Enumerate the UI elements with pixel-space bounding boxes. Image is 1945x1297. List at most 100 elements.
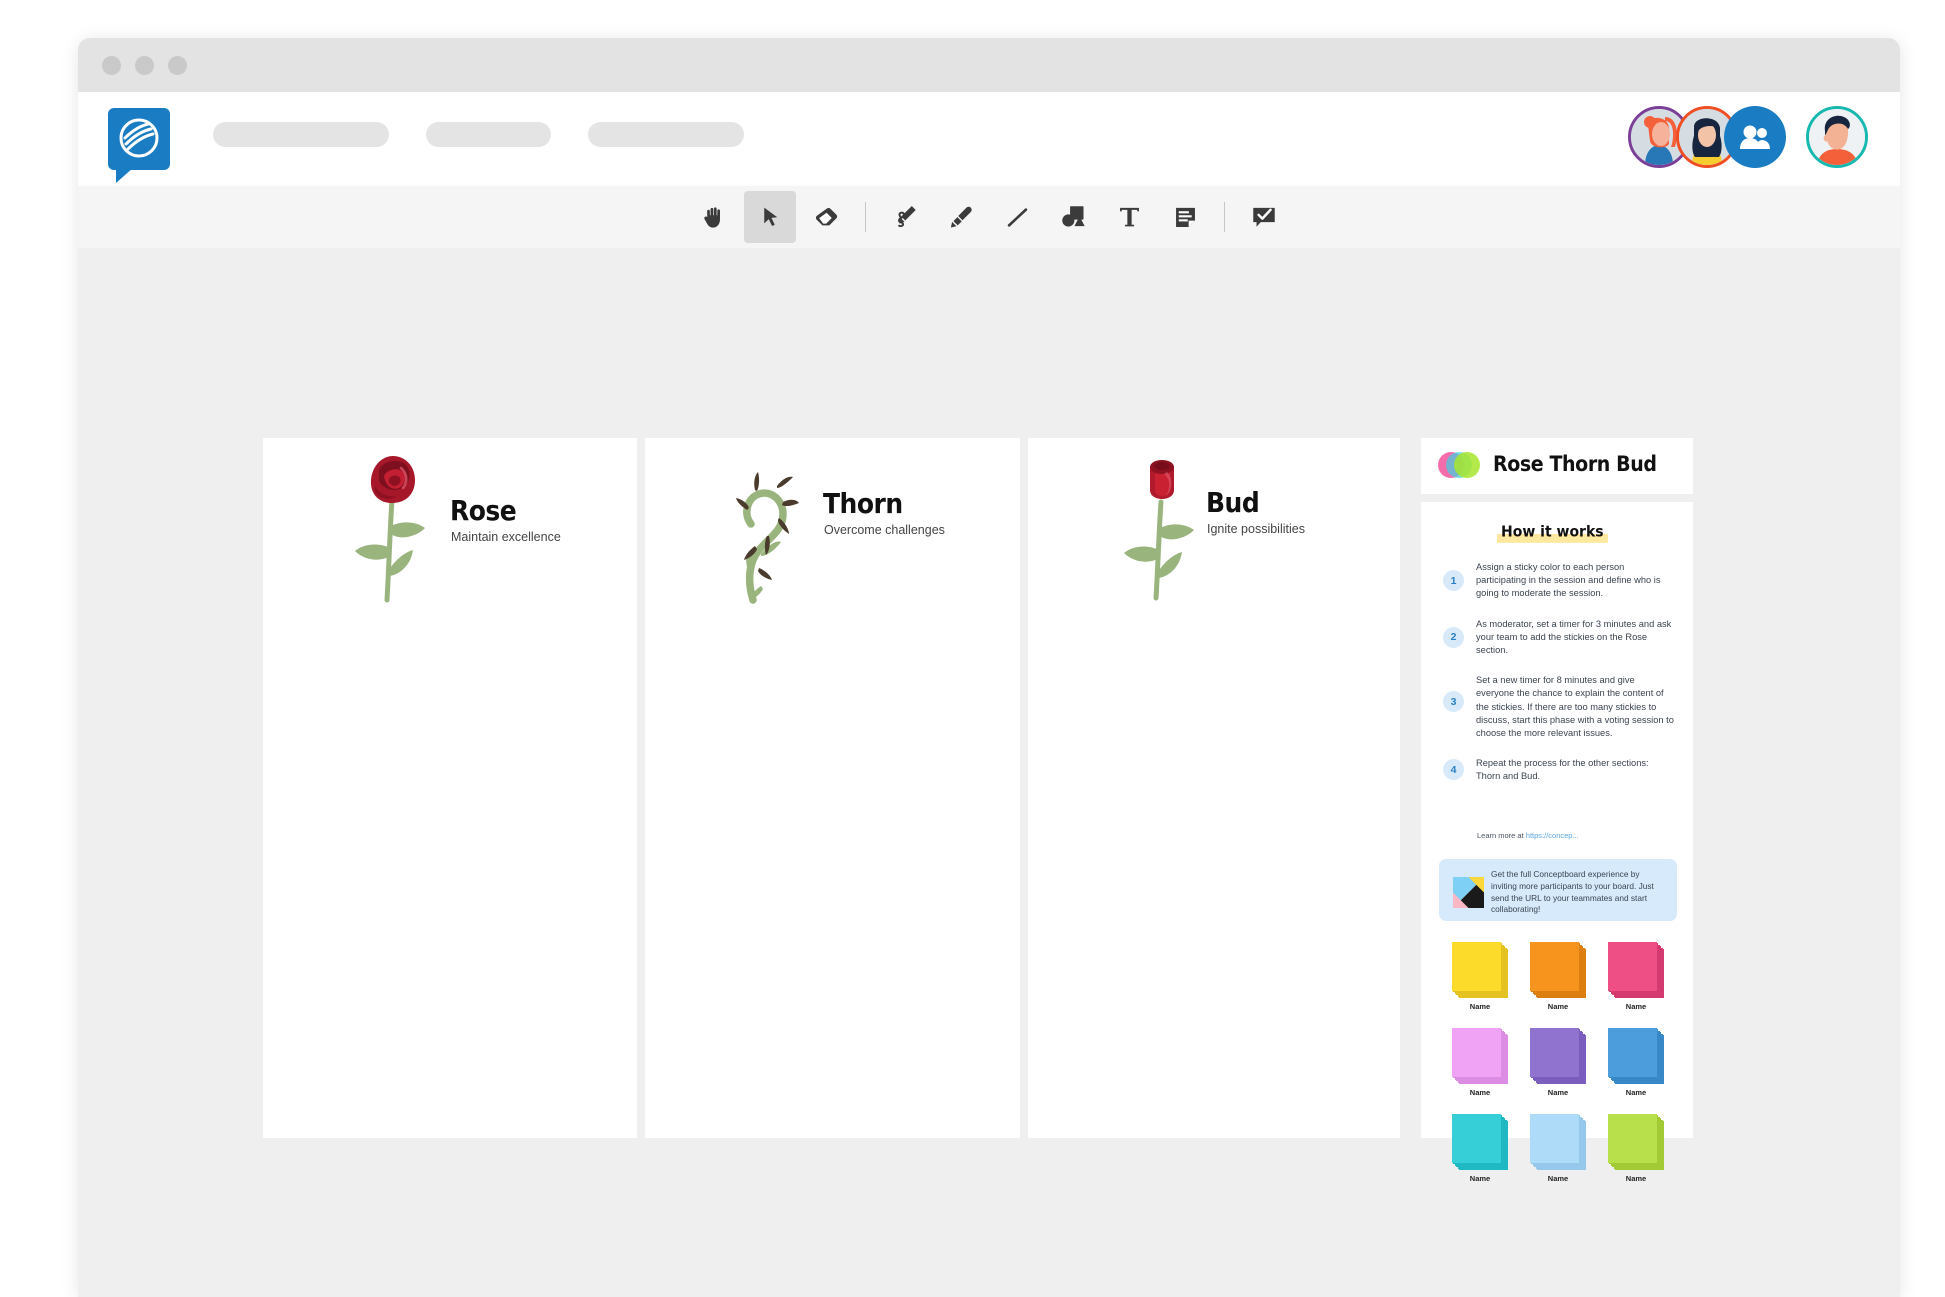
swatch-label: Name [1625, 1174, 1647, 1183]
sticky-green[interactable]: Name [1597, 1114, 1675, 1192]
avatar-stack [1628, 106, 1786, 168]
template-panel-header: Rose Thorn Bud [1421, 438, 1693, 494]
browser-window: Rose Maintain excellence Thorn Overcome … [78, 38, 1900, 1297]
learn-more-label: Learn more at [1477, 831, 1526, 840]
column-header: Thorn Overcome challenges [645, 438, 1020, 608]
text-icon [1119, 207, 1139, 226]
step-item: 2 As moderator, set a timer for 3 minute… [1443, 617, 1675, 658]
tool-note[interactable] [1159, 191, 1211, 243]
swatch-label: Name [1469, 1002, 1491, 1011]
minimize-button[interactable] [135, 56, 154, 75]
rose-bud-icon [1114, 446, 1210, 606]
sticky-top-note[interactable] [1608, 942, 1657, 991]
comment-check-icon [1253, 207, 1275, 227]
how-it-works-heading: How it works [1497, 522, 1608, 543]
screenshot-root: Rose Maintain excellence Thorn Overcome … [0, 0, 1945, 1297]
nav-item-2[interactable] [426, 122, 551, 147]
swatch-label: Name [1547, 1002, 1569, 1011]
sticky-stack [1452, 942, 1508, 998]
sticky-top-note[interactable] [1530, 942, 1579, 991]
tool-pen[interactable] [879, 191, 931, 243]
sticky-yellow[interactable]: Name [1441, 942, 1519, 1020]
column-header: Bud Ignite possibilities [1028, 438, 1400, 608]
sticky-stack [1530, 1114, 1586, 1170]
sticky-cyan[interactable]: Name [1441, 1114, 1519, 1192]
board-canvas[interactable]: Rose Maintain excellence Thorn Overcome … [78, 248, 1900, 1297]
step-text: As moderator, set a timer for 3 minutes … [1476, 618, 1672, 655]
sticky-blue[interactable]: Name [1597, 1028, 1675, 1106]
tool-hand[interactable] [688, 191, 740, 243]
sticky-top-note[interactable] [1452, 1114, 1501, 1163]
learn-more-line: Learn more at https://concep... [1477, 831, 1579, 840]
window-controls[interactable] [102, 56, 187, 75]
column-subtitle: Overcome challenges [824, 523, 945, 537]
step-text: Assign a sticky color to each person par… [1476, 562, 1661, 599]
close-button[interactable] [102, 56, 121, 75]
sticky-stack [1452, 1028, 1508, 1084]
sticky-top-note[interactable] [1608, 1028, 1657, 1077]
step-item: 4 Repeat the process for the other secti… [1443, 756, 1675, 783]
template-panel-title: Rose Thorn Bud [1493, 452, 1657, 477]
tool-text[interactable] [1103, 191, 1155, 243]
swatch-label: Name [1469, 1088, 1491, 1097]
tool-line[interactable] [991, 191, 1043, 243]
sticky-magenta[interactable]: Name [1441, 1028, 1519, 1106]
column-subtitle: Maintain excellence [451, 530, 561, 544]
sticky-stack [1452, 1114, 1508, 1170]
swatch-label: Name [1625, 1002, 1647, 1011]
column-title: Thorn [823, 487, 903, 520]
avatar-more-participants[interactable] [1724, 106, 1786, 168]
nav-item-3[interactable] [588, 122, 744, 147]
drawing-toolbar [78, 186, 1900, 248]
sticky-stack [1608, 1114, 1664, 1170]
board-column-rose[interactable]: Rose Maintain excellence [263, 438, 637, 1138]
thorn-stem-icon [725, 450, 821, 610]
line-icon [1007, 207, 1027, 227]
toolbar-divider-2 [1224, 202, 1225, 232]
note-icon [1175, 207, 1195, 227]
sticky-color-palette: Name Name Name Name Name Name Name Name … [1441, 942, 1675, 1192]
sticky-top-note[interactable] [1452, 942, 1501, 991]
swatch-label: Name [1469, 1174, 1491, 1183]
avatar-current-user[interactable] [1806, 106, 1868, 168]
tool-eraser[interactable] [800, 191, 852, 243]
step-number: 1 [1443, 570, 1464, 591]
swatch-label: Name [1625, 1088, 1647, 1097]
sticky-stack [1530, 1028, 1586, 1084]
conceptboard-logo[interactable] [108, 108, 170, 183]
column-subtitle: Ignite possibilities [1207, 522, 1305, 536]
sticky-pink[interactable]: Name [1597, 942, 1675, 1020]
sticky-top-note[interactable] [1452, 1028, 1501, 1077]
venn-circles-icon [1437, 450, 1481, 485]
sticky-top-note[interactable] [1608, 1114, 1657, 1163]
step-item: 3 Set a new timer for 8 minutes and give… [1443, 673, 1675, 740]
sticky-orange[interactable]: Name [1519, 942, 1597, 1020]
toolbar-divider-1 [865, 202, 866, 232]
logo-glyph-icon [119, 118, 159, 158]
tool-highlighter[interactable] [935, 191, 987, 243]
column-header: Rose Maintain excellence [263, 438, 637, 608]
highlighter-icon [950, 206, 972, 228]
sticky-lightblue[interactable]: Name [1519, 1114, 1597, 1192]
people-icon [1740, 125, 1770, 149]
swatch-label: Name [1547, 1088, 1569, 1097]
board-column-thorn[interactable]: Thorn Overcome challenges [645, 438, 1020, 1138]
learn-more-link[interactable]: https://concep... [1526, 831, 1579, 840]
steps-list: 1 Assign a sticky color to each person p… [1443, 560, 1675, 799]
app-header [78, 92, 1900, 186]
step-text: Repeat the process for the other section… [1476, 758, 1649, 782]
tool-comment[interactable] [1238, 191, 1290, 243]
tool-select[interactable] [744, 191, 796, 243]
maximize-button[interactable] [168, 56, 187, 75]
eraser-icon [815, 207, 837, 225]
promo-card[interactable]: Get the full Conceptboard experience by … [1439, 859, 1677, 921]
tool-shapes[interactable] [1047, 191, 1099, 243]
sticky-top-note[interactable] [1530, 1114, 1579, 1163]
step-number: 2 [1443, 626, 1464, 648]
sticky-top-note[interactable] [1530, 1028, 1579, 1077]
nav-item-1[interactable] [213, 122, 389, 147]
step-text: Set a new timer for 8 minutes and give e… [1476, 675, 1674, 738]
board-column-bud[interactable]: Bud Ignite possibilities [1028, 438, 1400, 1138]
cursor-icon [763, 207, 777, 226]
sticky-purple[interactable]: Name [1519, 1028, 1597, 1106]
